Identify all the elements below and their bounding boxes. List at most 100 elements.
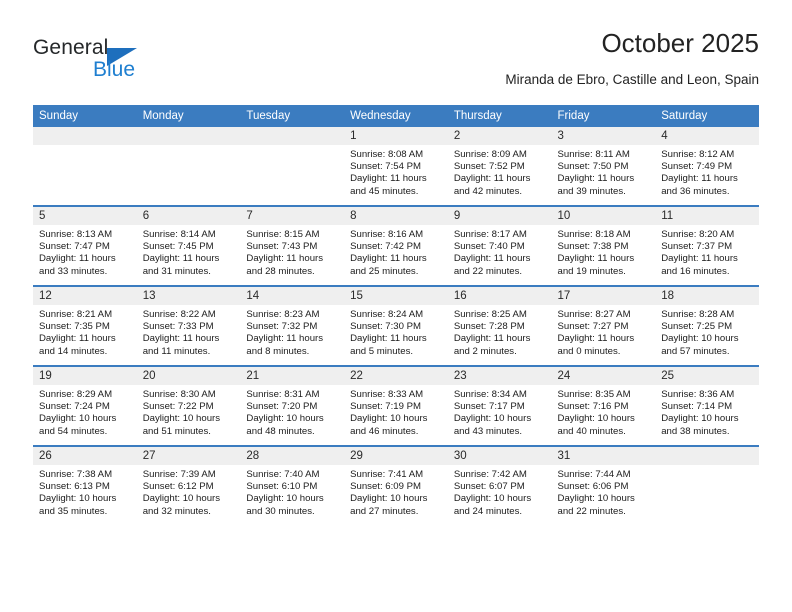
calendar-day-cell[interactable]: 29 Sunrise: 7:41 AM Sunset: 6:09 PM Dayligh… bbox=[344, 445, 448, 525]
calendar-day-cell[interactable]: 24 Sunrise: 8:35 AM Sunset: 7:16 PM Dayligh… bbox=[551, 365, 656, 446]
calendar-day-cell[interactable]: 1 Sunrise: 8:08 AM Sunset: 7:54 PM Daylight… bbox=[344, 127, 448, 206]
calendar-day-number: 3 bbox=[551, 127, 656, 145]
calendar-day-details: Sunrise: 8:11 AM Sunset: 7:50 PM Daylight:… bbox=[552, 145, 656, 198]
sunset-text: Sunset: 7:38 PM bbox=[557, 241, 629, 253]
daylight-text: Daylight: 11 hours and 0 minutes. bbox=[557, 333, 635, 357]
daylight-text: Daylight: 11 hours and 16 minutes. bbox=[661, 253, 738, 277]
weekday-header-wednesday: Wednesday bbox=[344, 105, 448, 127]
calendar-week-row: 12 Sunrise: 8:21 AM Sunset: 7:35 PM Dayligh… bbox=[33, 285, 759, 366]
calendar-day-cell[interactable]: 2 Sunrise: 8:09 AM Sunset: 7:52 PM Daylight… bbox=[447, 127, 552, 206]
calendar-day-cell[interactable]: 26 Sunrise: 7:38 AM Sunset: 6:13 PM Dayligh… bbox=[33, 445, 137, 525]
calendar-day-cell[interactable]: 19 Sunrise: 8:29 AM Sunset: 7:24 PM Dayligh… bbox=[33, 365, 137, 446]
calendar-day-cell[interactable]: 8 Sunrise: 8:16 AM Sunset: 7:42 PM Daylight… bbox=[344, 205, 448, 286]
calendar-day-cell-empty bbox=[240, 127, 345, 206]
sunset-text: Sunset: 7:49 PM bbox=[661, 161, 733, 173]
calendar-week-row: 1 Sunrise: 8:08 AM Sunset: 7:54 PM Daylight… bbox=[33, 127, 759, 206]
calendar-day-details: Sunrise: 8:15 AM Sunset: 7:43 PM Daylight:… bbox=[240, 225, 344, 278]
calendar-day-number: 6 bbox=[136, 207, 241, 225]
calendar-day-number: 20 bbox=[136, 367, 241, 385]
daylight-text: Daylight: 10 hours and 40 minutes. bbox=[557, 413, 635, 437]
calendar-day-cell[interactable]: 21 Sunrise: 8:31 AM Sunset: 7:20 PM Dayligh… bbox=[240, 365, 345, 446]
sunset-text: Sunset: 7:43 PM bbox=[246, 241, 318, 253]
sunset-text: Sunset: 6:06 PM bbox=[557, 481, 629, 493]
calendar-day-cell[interactable]: 6 Sunrise: 8:14 AM Sunset: 7:45 PM Daylight… bbox=[136, 205, 241, 286]
sunset-text: Sunset: 7:40 PM bbox=[453, 241, 525, 253]
calendar-day-cell[interactable]: 23 Sunrise: 8:34 AM Sunset: 7:17 PM Dayligh… bbox=[447, 365, 552, 446]
weekday-header-monday: Monday bbox=[136, 105, 241, 127]
calendar-day-details: Sunrise: 8:20 AM Sunset: 7:37 PM Daylight:… bbox=[655, 225, 759, 278]
calendar-day-number: 10 bbox=[551, 207, 656, 225]
sunrise-text: Sunrise: 8:31 AM bbox=[246, 389, 320, 400]
calendar-day-details: Sunrise: 8:27 AM Sunset: 7:27 PM Daylight:… bbox=[552, 305, 656, 358]
calendar-day-cell[interactable]: 18 Sunrise: 8:28 AM Sunset: 7:25 PM Dayligh… bbox=[655, 285, 759, 366]
sunrise-text: Sunrise: 8:30 AM bbox=[142, 389, 216, 400]
daylight-text: Daylight: 10 hours and 24 minutes. bbox=[453, 493, 532, 517]
calendar-day-cell[interactable]: 7 Sunrise: 8:15 AM Sunset: 7:43 PM Daylight… bbox=[240, 205, 345, 286]
sunrise-text: Sunrise: 7:39 AM bbox=[142, 469, 216, 480]
calendar-day-number: 28 bbox=[240, 447, 345, 465]
sunrise-text: Sunrise: 7:38 AM bbox=[39, 469, 113, 480]
sunset-text: Sunset: 7:25 PM bbox=[661, 321, 733, 333]
calendar-day-cell[interactable]: 5 Sunrise: 8:13 AM Sunset: 7:47 PM Daylight… bbox=[33, 205, 137, 286]
calendar-day-cell[interactable]: 12 Sunrise: 8:21 AM Sunset: 7:35 PM Dayligh… bbox=[33, 285, 137, 366]
calendar-day-number: 8 bbox=[344, 207, 448, 225]
calendar-day-cell[interactable]: 16 Sunrise: 8:25 AM Sunset: 7:28 PM Dayligh… bbox=[447, 285, 552, 366]
daylight-text: Daylight: 11 hours and 28 minutes. bbox=[246, 253, 324, 277]
calendar-day-cell[interactable]: 20 Sunrise: 8:30 AM Sunset: 7:22 PM Dayligh… bbox=[136, 365, 241, 446]
daylight-text: Daylight: 11 hours and 42 minutes. bbox=[453, 173, 531, 197]
calendar-day-cell[interactable]: 13 Sunrise: 8:22 AM Sunset: 7:33 PM Dayligh… bbox=[136, 285, 241, 366]
calendar-day-number: 2 bbox=[447, 127, 552, 145]
calendar-day-number: 5 bbox=[33, 207, 137, 225]
sunrise-text: Sunrise: 7:42 AM bbox=[453, 469, 527, 480]
sunrise-text: Sunrise: 8:23 AM bbox=[246, 309, 320, 320]
sunrise-text: Sunrise: 8:33 AM bbox=[350, 389, 424, 400]
calendar-day-details: Sunrise: 7:40 AM Sunset: 6:10 PM Daylight:… bbox=[240, 465, 344, 518]
calendar-day-cell[interactable]: 28 Sunrise: 7:40 AM Sunset: 6:10 PM Dayligh… bbox=[240, 445, 345, 525]
calendar-day-cell[interactable]: 3 Sunrise: 8:11 AM Sunset: 7:50 PM Daylight… bbox=[551, 127, 656, 206]
calendar-day-details: Sunrise: 8:17 AM Sunset: 7:40 PM Daylight:… bbox=[448, 225, 552, 278]
sunrise-text: Sunrise: 8:13 AM bbox=[39, 229, 113, 240]
page-title: October 2025 bbox=[601, 28, 759, 58]
calendar-day-cell[interactable]: 30 Sunrise: 7:42 AM Sunset: 6:07 PM Dayligh… bbox=[447, 445, 552, 525]
calendar-day-cell[interactable]: 10 Sunrise: 8:18 AM Sunset: 7:38 PM Dayligh… bbox=[551, 205, 656, 286]
generalblue-logo[interactable]: General Blue bbox=[33, 36, 233, 92]
weekday-header-tuesday: Tuesday bbox=[240, 105, 345, 127]
sunset-text: Sunset: 7:50 PM bbox=[557, 161, 629, 173]
daylight-text: Daylight: 11 hours and 22 minutes. bbox=[453, 253, 531, 277]
calendar-day-cell[interactable]: 9 Sunrise: 8:17 AM Sunset: 7:40 PM Daylight… bbox=[447, 205, 552, 286]
daylight-text: Daylight: 11 hours and 19 minutes. bbox=[557, 253, 635, 277]
sunset-text: Sunset: 7:33 PM bbox=[142, 321, 214, 333]
calendar-day-details: Sunrise: 8:31 AM Sunset: 7:20 PM Daylight:… bbox=[240, 385, 344, 438]
calendar-day-cell[interactable]: 22 Sunrise: 8:33 AM Sunset: 7:19 PM Dayligh… bbox=[344, 365, 448, 446]
calendar-day-cell[interactable]: 14 Sunrise: 8:23 AM Sunset: 7:32 PM Dayligh… bbox=[240, 285, 345, 366]
calendar-day-number bbox=[655, 447, 759, 465]
calendar-day-cell[interactable]: 27 Sunrise: 7:39 AM Sunset: 6:12 PM Dayligh… bbox=[136, 445, 241, 525]
daylight-text: Daylight: 10 hours and 46 minutes. bbox=[350, 413, 428, 437]
calendar-day-number: 30 bbox=[447, 447, 552, 465]
calendar-day-cell[interactable]: 15 Sunrise: 8:24 AM Sunset: 7:30 PM Dayligh… bbox=[344, 285, 448, 366]
sunset-text: Sunset: 7:19 PM bbox=[350, 401, 422, 413]
calendar-week-row: 26 Sunrise: 7:38 AM Sunset: 6:13 PM Dayligh… bbox=[33, 445, 759, 525]
calendar-day-number: 27 bbox=[136, 447, 241, 465]
sunset-text: Sunset: 7:30 PM bbox=[350, 321, 422, 333]
calendar-day-number: 23 bbox=[447, 367, 552, 385]
weekday-header-saturday: Saturday bbox=[655, 105, 759, 127]
calendar-day-details: Sunrise: 8:24 AM Sunset: 7:30 PM Daylight:… bbox=[344, 305, 448, 358]
sunset-text: Sunset: 7:16 PM bbox=[557, 401, 629, 413]
calendar-day-cell[interactable]: 25 Sunrise: 8:36 AM Sunset: 7:14 PM Dayligh… bbox=[655, 365, 759, 446]
calendar-day-number: 24 bbox=[551, 367, 656, 385]
calendar-day-details: Sunrise: 8:28 AM Sunset: 7:25 PM Daylight:… bbox=[655, 305, 759, 358]
calendar-day-cell[interactable]: 17 Sunrise: 8:27 AM Sunset: 7:27 PM Dayligh… bbox=[551, 285, 656, 366]
sunset-text: Sunset: 7:24 PM bbox=[39, 401, 110, 413]
calendar-day-cell[interactable]: 4 Sunrise: 8:12 AM Sunset: 7:49 PM Daylight… bbox=[655, 127, 759, 206]
calendar-day-cell[interactable]: 31 Sunrise: 7:44 AM Sunset: 6:06 PM Dayligh… bbox=[551, 445, 656, 525]
sunset-text: Sunset: 7:37 PM bbox=[661, 241, 733, 253]
daylight-text: Daylight: 11 hours and 33 minutes. bbox=[39, 253, 116, 277]
logo-text-blue: Blue bbox=[93, 58, 136, 81]
calendar-day-details: Sunrise: 8:13 AM Sunset: 7:47 PM Daylight:… bbox=[33, 225, 137, 278]
daylight-text: Daylight: 10 hours and 22 minutes. bbox=[557, 493, 635, 517]
sunrise-text: Sunrise: 8:28 AM bbox=[661, 309, 735, 320]
daylight-text: Daylight: 10 hours and 30 minutes. bbox=[246, 493, 324, 517]
calendar-day-cell[interactable]: 11 Sunrise: 8:20 AM Sunset: 7:37 PM Dayligh… bbox=[655, 205, 759, 286]
calendar-day-number: 29 bbox=[344, 447, 448, 465]
